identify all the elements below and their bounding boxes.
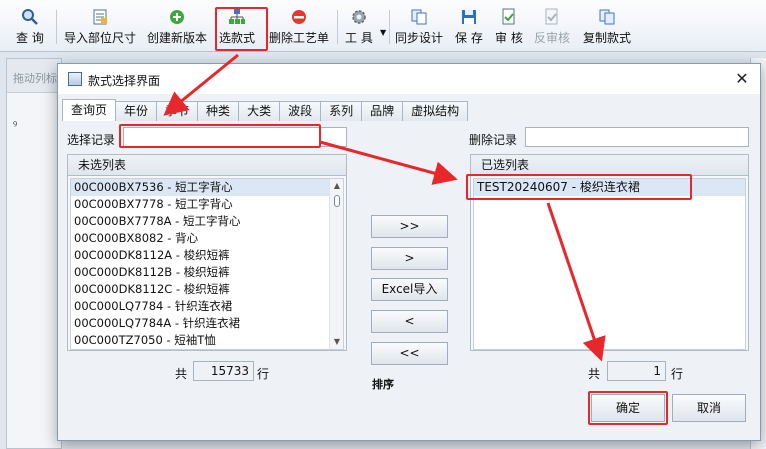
select-style-label: 选款式 [219,31,256,45]
sync-design-label: 同步设计 [395,31,444,45]
copy-style-button[interactable]: 复制款式 [583,8,631,48]
delete-record-field[interactable] [526,128,748,146]
tools-dropdown[interactable]: 工 具 [345,8,373,48]
delete-process-label: 删除工艺单 [269,31,330,45]
background-grid-panel: 拖动列标 ꝰ [6,58,62,449]
list-item[interactable]: TEST20240607 - 梭织连衣裙 [474,179,745,196]
unselected-total-suffix: 行 [257,367,270,381]
dropdown-caret-icon[interactable]: ▼ [380,28,386,37]
select-record-field[interactable] [124,128,346,146]
unselected-count: 15733 [193,361,254,381]
selected-group: 已选列表 TEST20240607 - 梭织连衣裙 [470,154,749,351]
delete-record-input[interactable] [525,127,749,147]
tab-series[interactable]: 系列 [320,101,363,121]
unselected-listbox[interactable]: 00C000BX7536 - 短工字背心 00C000BX7778 - 短工字背… [70,178,344,350]
unselected-header: 未选列表 [68,155,346,176]
close-button[interactable]: ✕ [730,68,754,90]
copy-style-label: 复制款式 [583,31,632,45]
create-version-button[interactable]: 创建新版本 [147,8,207,48]
list-item[interactable]: 00C000BX8082 - 背心 [71,230,343,247]
delete-process-button[interactable]: 删除工艺单 [269,8,329,48]
selected-total-prefix: 共 [588,367,601,381]
selected-header: 已选列表 [471,155,748,176]
magnifier-icon [21,8,39,26]
tab-year[interactable]: 年份 [115,101,158,121]
tab-category[interactable]: 种类 [197,101,240,121]
select-style-button[interactable]: 选款式 [219,8,255,48]
create-version-label: 创建新版本 [147,31,208,45]
unselected-group: 未选列表 00C000BX7536 - 短工字背心 00C000BX7778 -… [67,154,347,351]
selected-total-suffix: 行 [671,367,684,381]
drag-column-hint: 拖动列标 [7,59,61,93]
import-size-label: 导入部位尺寸 [64,31,137,45]
tab-wave[interactable]: 波段 [279,101,322,121]
ok-button[interactable]: 确定 [591,394,665,422]
list-item[interactable]: 00C000DK8112A - 梭织短裤 [71,247,343,264]
list-item[interactable]: 00C000LQ7784A - 针织连衣裙 [71,315,343,332]
pin-icon[interactable]: ꝰ [13,117,17,132]
toolbar-separator [337,10,338,44]
save-label: 保 存 [455,31,483,45]
list-item[interactable]: 00C000DK8112B - 梭织短裤 [71,264,343,281]
unapprove-label: 反审核 [534,31,571,45]
approve-label: 审 核 [495,31,523,45]
remove-all-button[interactable]: << [371,342,448,365]
filter-tabs: 查询页 年份 季节 种类 大类 波段 系列 品牌 虚拟结构 [62,99,469,121]
sort-label: 排序 [372,378,394,391]
unapprove-button[interactable]: 反审核 [534,8,570,48]
list-item[interactable]: 00C000DK8112C - 梭织短裤 [71,281,343,298]
approve-button[interactable]: 审 核 [495,8,523,48]
window-icon [68,72,82,86]
dialog-title-bar[interactable]: 款式选择界面 ✕ [58,64,760,94]
approve-doc-icon [500,8,518,26]
add-button[interactable]: > [371,247,448,270]
unselected-total-prefix: 共 [175,367,188,381]
scroll-thumb[interactable] [334,195,340,207]
import-size-button[interactable]: 导入部位尺寸 [64,8,136,48]
select-record-label: 选择记录 [67,133,116,147]
dialog-body: 查询页 年份 季节 种类 大类 波段 系列 品牌 虚拟结构 选择记录 删除记录 … [58,94,760,440]
tab-season[interactable]: 季节 [156,101,199,121]
sync-design-button[interactable]: 同步设计 [395,8,443,48]
query-label: 查 询 [16,31,44,45]
tools-label: 工 具 [345,31,373,45]
tab-virtual-structure[interactable]: 虚拟结构 [402,101,469,121]
scroll-up-icon[interactable]: ▲ [330,179,343,193]
delete-record-label: 删除记录 [469,133,518,147]
cancel-button[interactable]: 取消 [672,394,746,422]
dialog-title: 款式选择界面 [88,74,161,88]
excel-import-button[interactable]: Excel导入 [371,278,448,301]
style-select-dialog: 款式选择界面 ✕ 查询页 年份 季节 种类 大类 波段 系列 品牌 虚拟结构 选… [57,63,761,441]
selected-listbox[interactable]: TEST20240607 - 梭织连衣裙 [473,178,746,350]
list-item[interactable]: 00C000BX7778 - 短工字背心 [71,196,343,213]
list-item[interactable]: 00C000TZ7050 - 短袖T恤 [71,332,343,349]
tab-query[interactable]: 查询页 [62,99,117,121]
unapprove-doc-icon [543,8,561,26]
green-plus-icon [168,8,186,26]
add-all-button[interactable]: >> [371,215,448,238]
list-item[interactable]: 00C000BX7778A - 短工字背心 [71,213,343,230]
floppy-icon [460,8,478,26]
tree-nodes-icon [228,8,246,26]
toolbar-separator [389,10,390,44]
vertical-scrollbar[interactable]: ▲ ▼ [329,179,343,349]
gear-icon [350,8,368,26]
tab-brand[interactable]: 品牌 [361,101,404,121]
selected-count: 1 [607,361,666,381]
list-item[interactable]: 00C000LQ7784 - 针织连衣裙 [71,298,343,315]
remove-button[interactable]: < [371,310,448,333]
tab-major-class[interactable]: 大类 [238,101,281,121]
save-button[interactable]: 保 存 [455,8,483,48]
main-toolbar: 查 询 导入部位尺寸 创建新版本 选款式 删除工艺单 工 具 ▼ 同步设计 保 … [0,0,766,52]
list-item[interactable]: 00C000BX7536 - 短工字背心 [71,179,343,196]
copy-doc-icon [598,8,616,26]
select-record-input[interactable] [123,127,347,147]
scroll-down-icon[interactable]: ▼ [330,335,343,349]
query-button[interactable]: 查 询 [16,8,44,48]
red-minus-icon [290,8,308,26]
sync-docs-icon [410,8,428,26]
toolbar-separator [56,10,57,44]
ruler-sheet-icon [91,8,109,26]
